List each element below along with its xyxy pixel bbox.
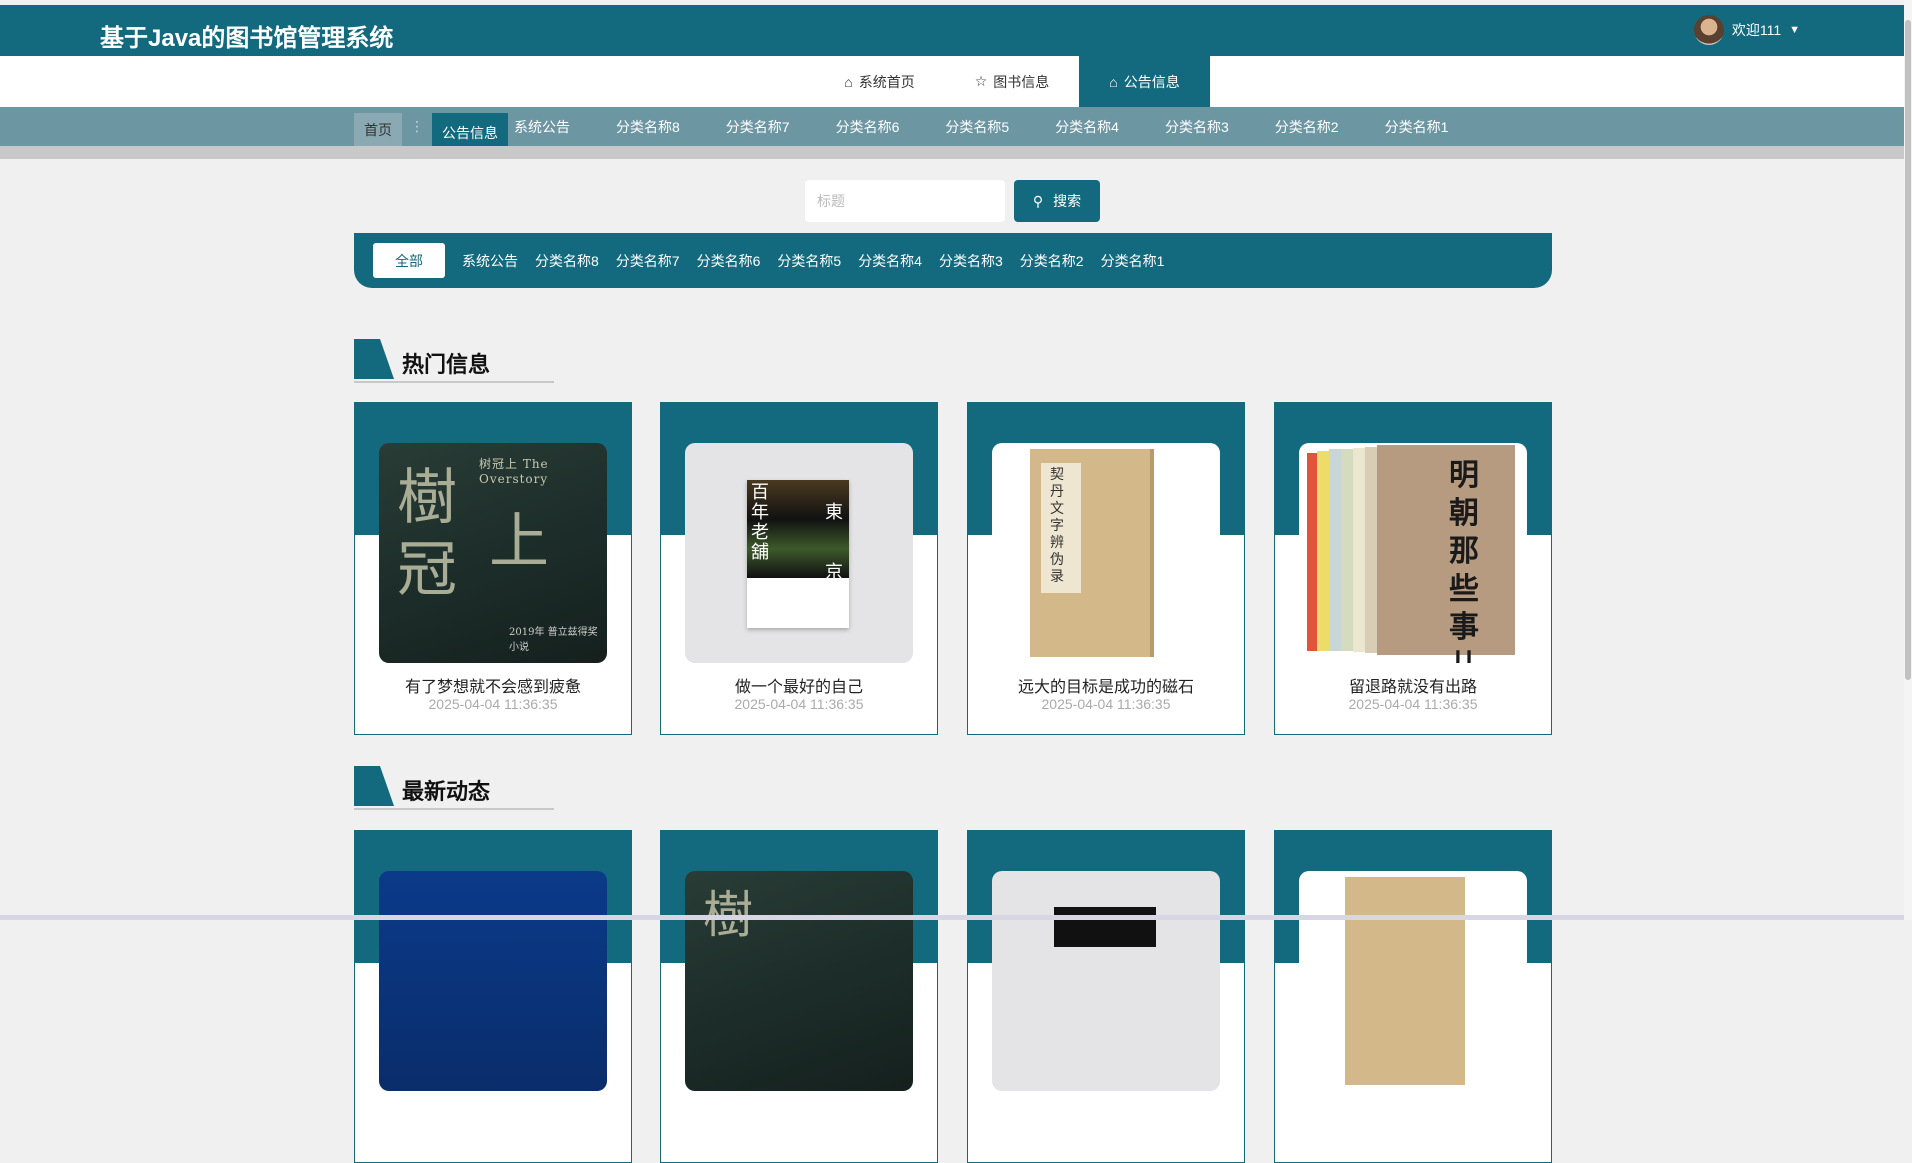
section-marker <box>354 766 394 806</box>
book-cover-image: 樹 <box>685 871 913 1091</box>
filter-category[interactable]: 分类名称4 <box>858 251 922 271</box>
section-underline <box>354 381 554 383</box>
item-date: 2025-04-04 11:36:35 <box>1041 696 1171 712</box>
subnav-category[interactable]: 分类名称3 <box>1159 117 1269 137</box>
filter-category[interactable]: 分类名称5 <box>777 251 841 271</box>
subnav-category[interactable]: 分类名称8 <box>610 117 720 137</box>
bottom-bar <box>0 915 1912 920</box>
filter-category[interactable]: 分类名称3 <box>939 251 1003 271</box>
filter-category[interactable]: 分类名称6 <box>697 251 761 271</box>
filter-category[interactable]: 分类名称2 <box>1020 251 1084 271</box>
hot-item-card[interactable]: 契丹文字辨伪录 远大的目标是成功的磁石 2025-04-04 11:36:35 <box>967 402 1245 735</box>
top-header: 基于Java的图书馆管理系统 欢迎111 ▼ <box>0 5 1904 56</box>
hot-item-card[interactable]: 明朝那些事儿 留退路就没有出路 2025-04-04 11:36:35 <box>1274 402 1552 735</box>
section-marker <box>354 339 394 379</box>
nav-label: 图书信息 <box>993 73 1050 90</box>
search-icon: ⚲ <box>1032 192 1044 209</box>
bag-icon: ⌂ <box>1109 73 1118 90</box>
filter-category[interactable]: 分类名称8 <box>535 251 599 271</box>
welcome-text: 欢迎111 <box>1731 22 1782 38</box>
divider <box>0 146 1904 159</box>
filter-category[interactable]: 分类名称1 <box>1101 251 1165 271</box>
item-title: 有了梦想就不会感到疲惫 <box>404 679 581 696</box>
nav-label: 系统首页 <box>858 73 915 90</box>
subnav-category[interactable]: 分类名称5 <box>939 117 1049 137</box>
latest-item-card[interactable] <box>1274 830 1552 1163</box>
item-title: 远大的目标是成功的磁石 <box>1017 679 1194 696</box>
item-title: 留退路就没有出路 <box>1348 679 1477 696</box>
star-icon: ☆ <box>974 73 988 89</box>
hot-item-card[interactable]: 樹 冠 上 树冠上 The Overstory 2019年 普立兹得奖小说 有了… <box>354 402 632 735</box>
search-button-label: 搜索 <box>1053 193 1082 209</box>
user-menu[interactable]: 欢迎111 ▼ <box>1693 15 1800 45</box>
book-cover-image: 百年老舖 東京 <box>685 443 913 663</box>
cover-text: 契丹文字辨伪录 <box>1050 467 1064 585</box>
subnav-category[interactable]: 分类名称2 <box>1269 117 1379 137</box>
home-icon: ⌂ <box>844 73 853 90</box>
nav-notices[interactable]: ⌂ 公告信息 <box>1079 56 1210 107</box>
subnav-category[interactable]: 分类名称4 <box>1049 117 1159 137</box>
section-title: 最新动态 <box>402 779 491 804</box>
item-title: 做一个最好的自己 <box>734 679 863 696</box>
title-search-input[interactable] <box>805 180 1005 222</box>
nav-home[interactable]: ⌂ 系统首页 <box>814 56 944 107</box>
breadcrumb-separator: ⋮ <box>410 118 424 134</box>
category-filter-bar: 全部 系统公告 分类名称8 分类名称7 分类名称6 分类名称5 分类名称4 分类… <box>354 233 1552 288</box>
item-date: 2025-04-04 11:36:35 <box>1348 696 1478 712</box>
nav-books[interactable]: ☆ 图书信息 <box>945 56 1080 107</box>
item-date: 2025-04-04 11:36:35 <box>428 696 558 712</box>
sub-nav: 首页 ⋮ 公告信息 系统公告 分类名称8 分类名称7 分类名称6 分类名称5 分… <box>0 107 1904 153</box>
latest-item-card[interactable] <box>967 830 1245 1163</box>
scrollbar-thumb[interactable] <box>1905 20 1911 680</box>
book-cover-image: 契丹文字辨伪录 <box>992 443 1220 663</box>
subnav-category[interactable]: 分类名称6 <box>830 117 940 137</box>
book-cover-image <box>1299 871 1527 1091</box>
section-title: 热门信息 <box>402 352 491 377</box>
subnav-category[interactable]: 分类名称1 <box>1379 117 1468 137</box>
book-cover-image <box>992 871 1220 1091</box>
subnav-category[interactable]: 系统公告 <box>508 117 610 137</box>
filter-category[interactable]: 分类名称7 <box>616 251 680 271</box>
latest-item-card[interactable]: 樹 <box>660 830 938 1163</box>
section-hot-header: 热门信息 <box>354 339 554 384</box>
hot-item-card[interactable]: 百年老舖 東京 做一个最好的自己 2025-04-04 11:36:35 <box>660 402 938 735</box>
filter-category[interactable]: 系统公告 <box>462 251 518 271</box>
filter-all[interactable]: 全部 <box>373 243 445 278</box>
avatar <box>1693 15 1724 45</box>
subnav-category[interactable]: 分类名称7 <box>720 117 830 137</box>
section-latest-header: 最新动态 <box>354 766 554 811</box>
breadcrumb-home[interactable]: 首页 <box>354 112 402 147</box>
app-title: 基于Java的图书馆管理系统 <box>100 25 394 52</box>
book-cover-image: 樹 冠 上 树冠上 The Overstory 2019年 普立兹得奖小说 <box>379 443 607 663</box>
item-date: 2025-04-04 11:36:35 <box>734 696 864 712</box>
cover-text: 树冠上 The Overstory <box>479 457 549 486</box>
nav-label: 公告信息 <box>1123 73 1180 90</box>
caret-down-icon: ▼ <box>1789 24 1800 36</box>
main-nav: ⌂ 系统首页 ☆ 图书信息 ⌂ 公告信息 <box>0 56 1904 107</box>
search-button[interactable]: ⚲ 搜索 <box>1014 180 1100 222</box>
book-cover-image <box>379 871 607 1091</box>
book-cover-image: 明朝那些事儿 <box>1299 443 1527 663</box>
latest-item-card[interactable] <box>354 830 632 1163</box>
scrollbar[interactable] <box>1904 0 1912 920</box>
section-underline <box>354 808 554 810</box>
